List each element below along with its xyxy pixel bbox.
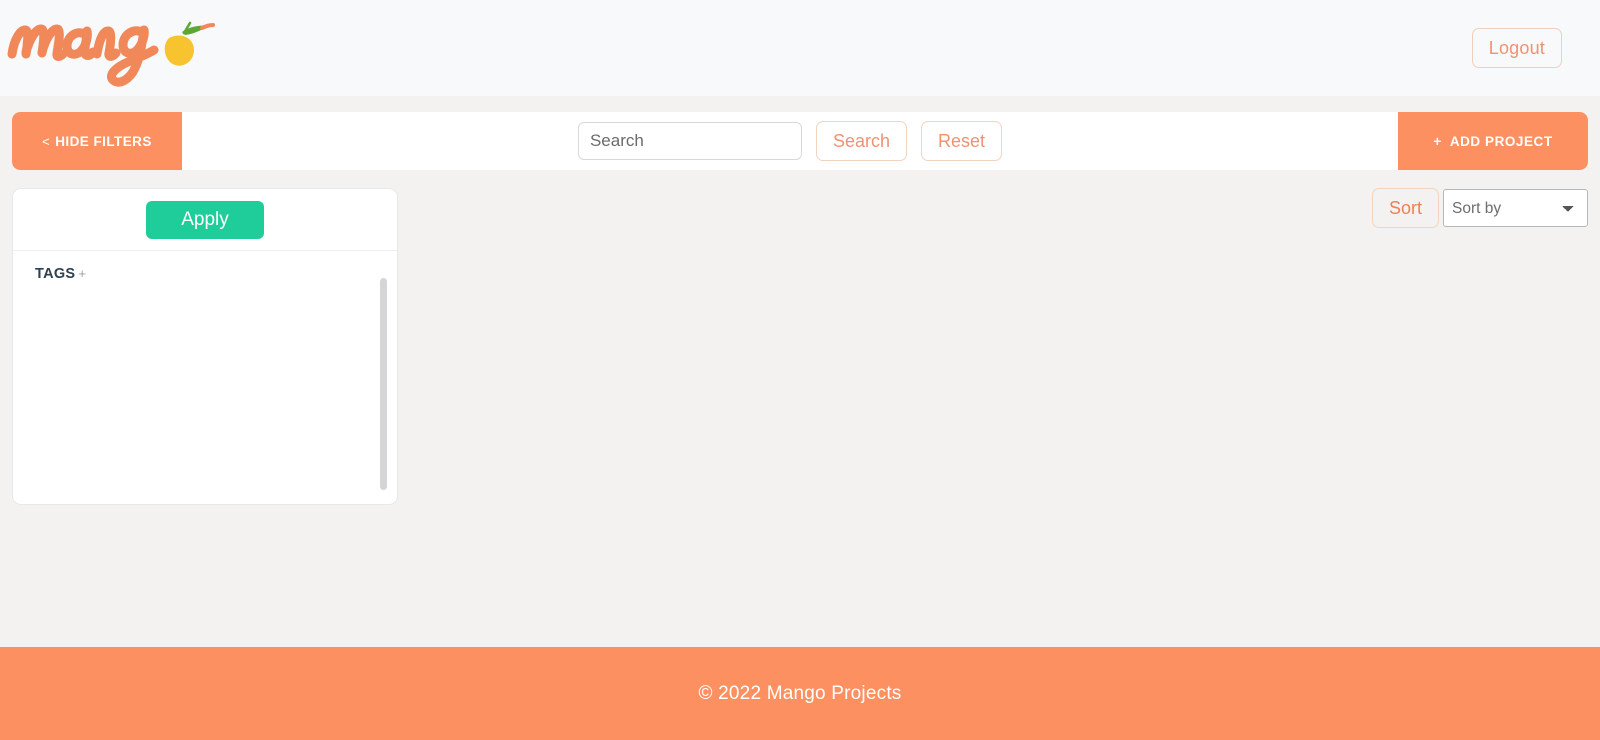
toolbar: < HIDE FILTERS Search Reset + ADD PROJEC… (12, 112, 1588, 170)
sort-button[interactable]: Sort (1371, 188, 1439, 228)
plus-icon: + (1433, 133, 1442, 149)
search-input[interactable] (577, 122, 802, 160)
app-header: Logout (0, 0, 1600, 96)
mango-logo-icon (7, 21, 215, 87)
app-root: Logout < HIDE FILTERS Search Reset + ADD… (0, 0, 1600, 740)
add-project-button[interactable]: + ADD PROJECT (1398, 112, 1588, 170)
logout-button[interactable]: Logout (1471, 28, 1562, 68)
sort-by-select[interactable]: Sort by (1443, 189, 1588, 227)
hide-filters-button[interactable]: < HIDE FILTERS (12, 112, 182, 170)
apply-filters-button[interactable]: Apply (146, 200, 264, 239)
tags-scrollbar[interactable] (380, 278, 387, 490)
tags-scrollbar-thumb[interactable] (380, 278, 387, 490)
hide-filters-label: HIDE FILTERS (55, 133, 152, 149)
filter-apply-row: Apply (13, 189, 397, 251)
copyright-text: © 2022 Mango Projects (698, 682, 902, 704)
sort-controls: Sort Sort by (1371, 188, 1588, 228)
reset-button[interactable]: Reset (921, 121, 1003, 161)
tags-section-header: TAGS + (35, 265, 397, 283)
main-content: Apply TAGS + Sort Sort by (0, 170, 1600, 647)
chevron-left-icon: < (42, 133, 51, 149)
logo[interactable] (0, 4, 219, 92)
add-project-label: ADD PROJECT (1449, 133, 1553, 149)
filter-panel: Apply TAGS + (12, 188, 398, 505)
filter-body: TAGS + (13, 251, 397, 504)
toolbar-container: < HIDE FILTERS Search Reset + ADD PROJEC… (0, 96, 1600, 170)
search-button[interactable]: Search (815, 121, 907, 161)
add-tag-icon[interactable]: + (78, 266, 86, 281)
app-footer: © 2022 Mango Projects (0, 647, 1600, 740)
search-group: Search Reset (182, 112, 1398, 170)
tags-label: TAGS (35, 266, 76, 282)
